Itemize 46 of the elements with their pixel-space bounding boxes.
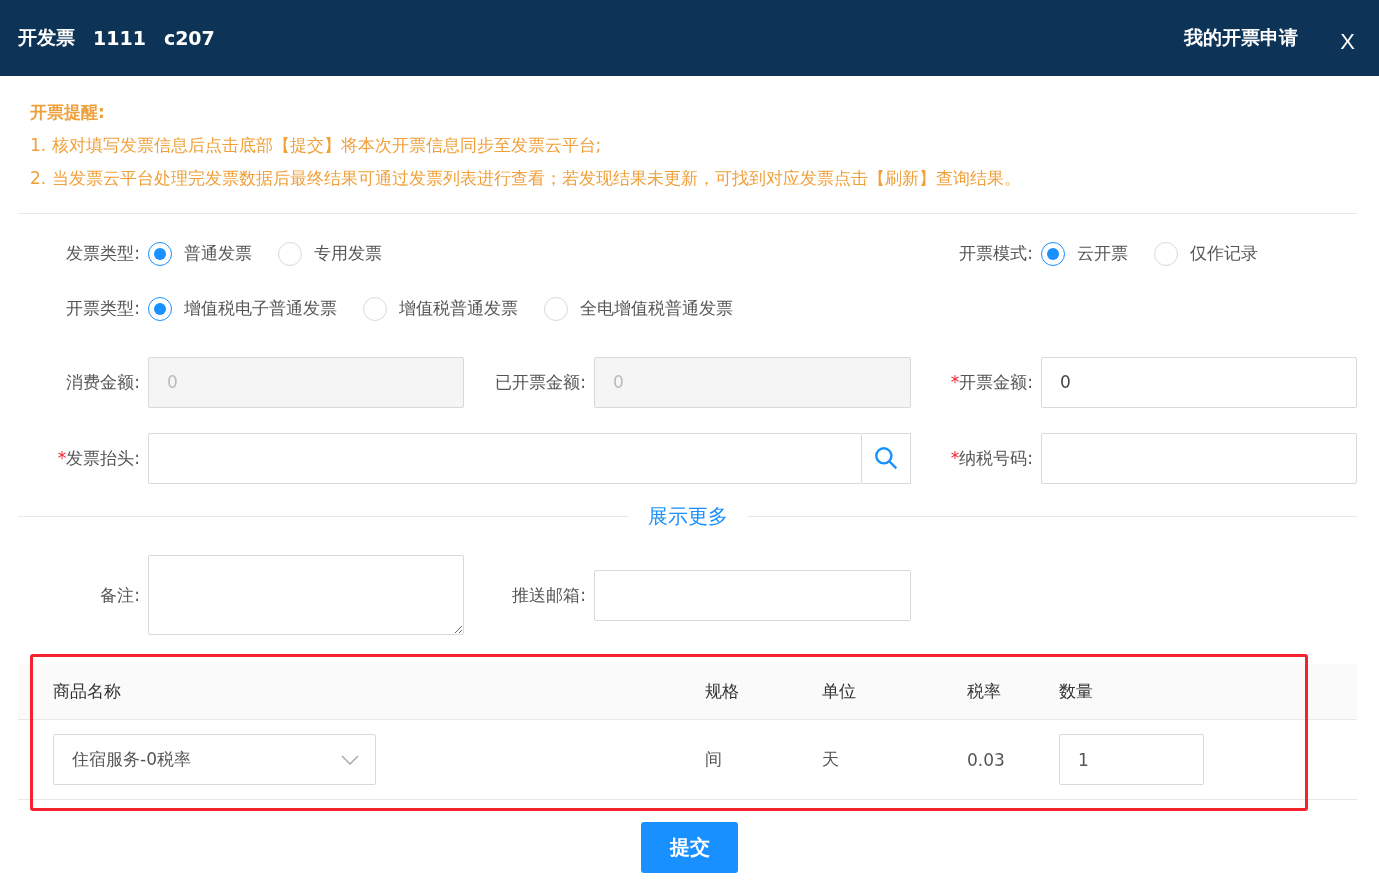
radio-option[interactable]: 增值税普通发票 [363, 296, 518, 321]
field-label: 推送邮箱: [511, 583, 587, 607]
radio-option[interactable]: 普通发票 [148, 241, 252, 266]
field-label: 已开票金额: [494, 370, 587, 394]
radio-button[interactable] [148, 296, 172, 321]
table-cell-text: 间 [705, 748, 723, 771]
field-label: 开票类型: [65, 297, 141, 320]
field-label: *开票金额: [949, 370, 1034, 394]
radio-option[interactable]: 增值税电子普通发票 [148, 296, 337, 321]
field-label: *发票抬头: [56, 446, 141, 470]
column-header: 税率 [967, 680, 1002, 703]
column-header: 规格 [705, 680, 740, 703]
chevron-down-icon [341, 754, 359, 765]
remarks-field[interactable] [148, 555, 464, 635]
input-field[interactable] [1041, 432, 1357, 484]
radio-option[interactable]: 仅作记录 [1154, 241, 1258, 266]
email-field[interactable] [594, 569, 911, 621]
input-field[interactable] [148, 432, 862, 484]
column-header: 单位 [822, 680, 857, 703]
notice-title: 开票提醒: [30, 101, 106, 124]
search-button[interactable] [861, 432, 911, 484]
field-label: 消费金额: [65, 370, 141, 394]
field-label: 发票类型: [65, 242, 141, 265]
radio-option[interactable]: 专用发票 [278, 241, 382, 266]
close-button[interactable]: X [1334, 29, 1361, 55]
column-header: 数量 [1059, 680, 1094, 703]
quantity-field[interactable]: 1 [1059, 734, 1204, 785]
input-field[interactable]: 0 [1041, 356, 1357, 408]
radio-option[interactable]: 全电增值税普通发票 [544, 296, 733, 321]
radio-button[interactable] [148, 241, 172, 266]
radio-option[interactable]: 云开票 [1041, 241, 1128, 266]
field-label: 开票模式: [958, 242, 1034, 265]
field-label: *纳税号码: [949, 446, 1034, 470]
order-number: 1111 [93, 27, 146, 49]
field-label: 备注: [99, 583, 141, 607]
room-number: c207 [163, 27, 215, 49]
window-title: 开发票 [18, 25, 75, 50]
table-cell-text: 0.03 [967, 749, 1006, 770]
notice-line: 1. 核对填写发票信息后点击底部【提交】将本次开票信息同步至发票云平台; [30, 134, 603, 157]
radio-button[interactable] [1041, 241, 1065, 266]
table-cell-text: 天 [822, 748, 840, 771]
notice-line: 2. 当发票云平台处理完发票数据后最终结果可通过发票列表进行查看；若发现结果未更新，可找到对应发票点击【刷新】查询结果。 [30, 167, 1022, 190]
column-header: 商品名称 [53, 680, 122, 703]
product-select[interactable]: 住宿服务-0税率 [53, 734, 376, 785]
search-icon [872, 445, 899, 471]
my-invoice-requests-link[interactable]: 我的开票申请 [1184, 25, 1299, 51]
